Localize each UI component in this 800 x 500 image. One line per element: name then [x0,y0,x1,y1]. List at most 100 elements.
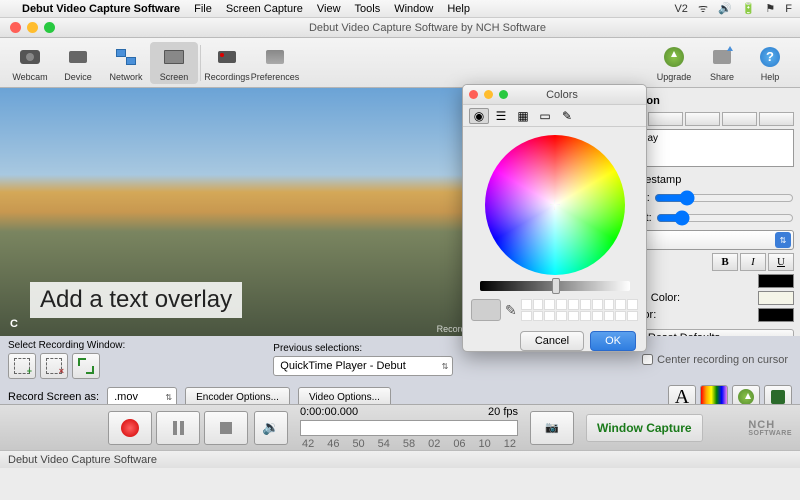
network-button[interactable]: Network [102,42,150,84]
chevron-updown-icon: ⇅ [775,232,791,248]
volume-icon[interactable]: 🔊 [718,2,732,15]
camera-icon: 📷 [545,421,559,434]
color-wheel-tab[interactable]: ◉ [469,108,489,124]
wifi-icon[interactable]: ᯤ [698,1,708,16]
menu-view[interactable]: View [317,3,341,15]
speaker-icon: 🔉 [262,419,279,436]
menu-screen-capture[interactable]: Screen Capture [226,3,303,15]
color-spectrum-tab[interactable]: ▭ [535,108,555,124]
close-button[interactable] [10,22,21,33]
picker-close-button[interactable] [469,90,478,99]
select-window-remove-button[interactable]: × [40,353,68,379]
chevron-updown-icon: ⇅ [165,393,172,402]
menu-window[interactable]: Window [394,3,433,15]
status-text: Debut Video Capture Software [8,454,157,466]
main-toolbar: Webcam Device Network Screen Recordings … [0,38,800,88]
picker-minimize-button[interactable] [484,90,493,99]
picker-zoom-button[interactable] [499,90,508,99]
color-picker-window: Colors ◉ ☰ ▦ ▭ ✎ ✎ Cancel OK [462,84,647,352]
help-icon: ? [760,47,780,67]
webcam-icon [20,50,40,64]
upgrade-button[interactable]: Upgrade [650,42,698,84]
brightness-slider[interactable] [480,281,630,291]
recordings-button[interactable]: Recordings [203,42,251,84]
current-color-swatch[interactable] [471,299,501,321]
lower-controls: Select Recording Window: + × Previous se… [0,336,800,404]
overlay-text-preview: Add a text overlay [30,282,242,318]
stop-button[interactable] [204,411,248,445]
minimize-button[interactable] [27,22,38,33]
select-fullscreen-button[interactable] [72,353,100,379]
bold-button[interactable]: B [712,253,738,271]
screen-button[interactable]: Screen [150,42,198,84]
preferences-button[interactable]: Preferences [251,42,299,84]
webcam-button[interactable]: Webcam [6,42,54,84]
record-icon [121,419,139,437]
share-button[interactable]: Share [698,42,746,84]
battery-icon[interactable]: 🔋 [742,2,756,15]
status-bar: Debut Video Capture Software [0,450,800,468]
align-btn-5[interactable] [722,112,757,126]
vnc-icon[interactable]: V2 [674,3,687,15]
pause-button[interactable] [156,411,200,445]
record-button[interactable] [108,411,152,445]
height-percent-slider[interactable] [654,190,794,206]
swatch-grid[interactable] [521,299,638,321]
share-icon [713,50,731,64]
audio-button[interactable]: 🔉 [254,411,288,445]
record-as-label: Record Screen as: [8,391,99,403]
align-btn-4[interactable] [685,112,720,126]
color-crayons-tab[interactable]: ✎ [557,108,577,124]
chevron-updown-icon: ⇅ [442,362,449,371]
eyedropper-icon[interactable]: ✎ [505,302,517,319]
color-palette-tab[interactable]: ▦ [513,108,533,124]
menu-help[interactable]: Help [447,3,470,15]
device-button[interactable]: Device [54,42,102,84]
select-window-label: Select Recording Window: [8,340,125,351]
cancel-button[interactable]: Cancel [520,331,584,351]
zoom-button[interactable] [44,22,55,33]
mac-menubar: Debut Video Capture Software File Screen… [0,0,800,18]
italic-button[interactable]: I [740,253,766,271]
underline-button[interactable]: U [768,253,794,271]
menu-tools[interactable]: Tools [355,3,381,15]
color-sliders-tab[interactable]: ☰ [491,108,511,124]
fullscreen-icon[interactable]: F [785,3,792,15]
timeline[interactable]: 0:00:00.00020 fps 424650545802061012 [294,406,524,450]
center-cursor-label: Center recording on cursor [657,354,788,366]
upgrade-icon [664,47,684,67]
stop-icon [220,422,232,434]
align-btn-6[interactable] [759,112,794,126]
center-cursor-checkbox[interactable] [642,354,653,365]
select-window-add-button[interactable]: + [8,353,36,379]
transport-bar: 🔉 0:00:00.00020 fps 424650545802061012 📷… [0,404,800,450]
fps-display: 20 fps [488,406,518,418]
snapshot-button[interactable]: 📷 [530,411,574,445]
background-color-swatch[interactable] [758,291,794,305]
capture-mode-label: Window Capture [586,414,703,442]
timecode: 0:00:00.000 [300,406,358,418]
corner-marker: C [10,318,18,330]
device-icon [69,51,87,63]
menu-file[interactable]: File [194,3,212,15]
window-title: Debut Video Capture Software by NCH Soft… [55,22,800,34]
network-icon [116,49,136,65]
flag-icon[interactable]: ⚑ [765,2,775,15]
disk-icon [771,390,785,404]
preferences-icon [266,50,284,64]
help-button[interactable]: ?Help [746,42,794,84]
toolbar-divider [200,45,201,81]
previous-selections-label: Previous selections: [273,343,453,354]
pause-icon [173,421,184,435]
picker-title: Colors [508,89,646,101]
color-crosshair-icon [550,200,560,210]
ok-button[interactable]: OK [590,331,636,351]
margin-percent-slider[interactable] [656,210,794,226]
text-color-swatch[interactable] [758,274,794,288]
color-wheel[interactable] [485,135,625,275]
app-menu[interactable]: Debut Video Capture Software [22,3,180,15]
previous-selections-combo[interactable]: QuickTime Player - Debut⇅ [273,356,453,376]
outline-color-swatch[interactable] [758,308,794,322]
align-btn-3[interactable] [648,112,683,126]
nch-logo: NCHSOFTWARE [748,418,792,436]
